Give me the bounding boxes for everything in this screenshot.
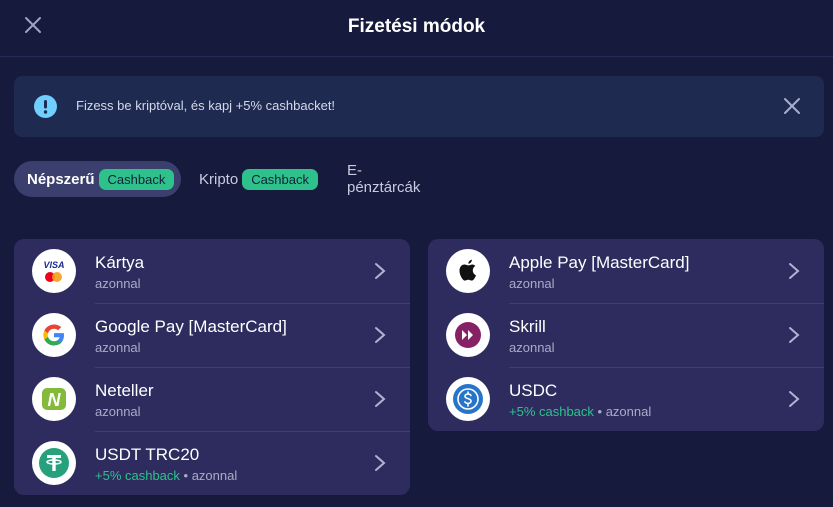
chevron-right-icon [375,391,386,407]
tab-label: Kripto [199,170,239,188]
tab-popular[interactable]: Népszerű Cashback [14,161,181,197]
tab-label: E-pénztárcák [347,162,421,196]
banner-text: Fizess be kriptóval, és kapj +5% cashbac… [76,98,336,113]
payment-methods-right: Apple Pay [MasterCard] azonnal Skrill az… [428,239,824,431]
method-speed: azonnal [509,340,555,355]
method-name: Kártya [95,253,145,272]
divider [95,303,410,304]
banner-close-icon[interactable] [782,96,802,116]
method-speed: azonnal [605,404,652,419]
chevron-right-icon [375,263,386,279]
tab-ewallets[interactable]: E-pénztárcák [347,161,420,197]
method-usdc[interactable]: USDC +5% cashback • azonnal [428,367,824,431]
divider [95,367,410,368]
apple-icon [446,249,490,293]
chevron-right-icon [789,263,800,279]
method-name: USDT TRC20 [95,445,200,464]
separator: • [593,404,606,419]
divider [509,303,824,304]
svg-text:N: N [48,390,62,410]
neteller-icon: N [32,377,76,421]
method-name: Neteller [95,381,154,400]
tab-label: Népszerű [27,170,95,188]
tether-icon [32,441,76,485]
method-speed: azonnal [95,404,141,419]
header: Fizetési módok [0,0,833,57]
method-speed: azonnal [95,340,141,355]
separator: • [179,468,192,483]
chevron-right-icon [789,327,800,343]
divider [509,367,824,368]
usdc-icon [446,377,490,421]
chevron-right-icon [375,327,386,343]
method-name: Google Pay [MasterCard] [95,317,287,336]
cashback-badge: Cashback [98,168,175,190]
tab-crypto[interactable]: Kripto Cashback [199,161,318,197]
visa-mastercard-icon: VISA [32,249,76,293]
cashback-text: +5% cashback [95,468,180,483]
skrill-icon [446,313,490,357]
method-usdt-trc20[interactable]: USDT TRC20 +5% cashback • azonnal [14,431,410,495]
method-skrill[interactable]: Skrill azonnal [428,303,824,367]
method-neteller[interactable]: N Neteller azonnal [14,367,410,431]
method-name: Skrill [509,317,546,336]
cashback-badge: Cashback [242,168,318,190]
method-card[interactable]: VISA Kártya azonnal [14,239,410,303]
method-google-pay[interactable]: Google Pay [MasterCard] azonnal [14,303,410,367]
divider [95,431,410,432]
google-icon [32,313,76,357]
page-title: Fizetési módok [347,16,486,37]
method-name: Apple Pay [MasterCard] [509,253,690,272]
method-meta: +5% cashback • azonnal [509,404,651,419]
method-speed: azonnal [95,276,141,291]
method-meta: +5% cashback • azonnal [95,468,237,483]
svg-text:VISA: VISA [43,260,64,270]
method-apple-pay[interactable]: Apple Pay [MasterCard] azonnal [428,239,824,303]
cashback-banner: Fizess be kriptóval, és kapj +5% cashbac… [14,76,824,137]
info-icon [34,95,57,118]
payment-methods-left: VISA Kártya azonnal Google Pay [MasterCa… [14,239,410,495]
method-speed: azonnal [509,276,555,291]
chevron-right-icon [375,455,386,471]
method-speed: azonnal [191,468,238,483]
cashback-text: +5% cashback [509,404,594,419]
chevron-right-icon [789,391,800,407]
method-name: USDC [509,381,558,400]
